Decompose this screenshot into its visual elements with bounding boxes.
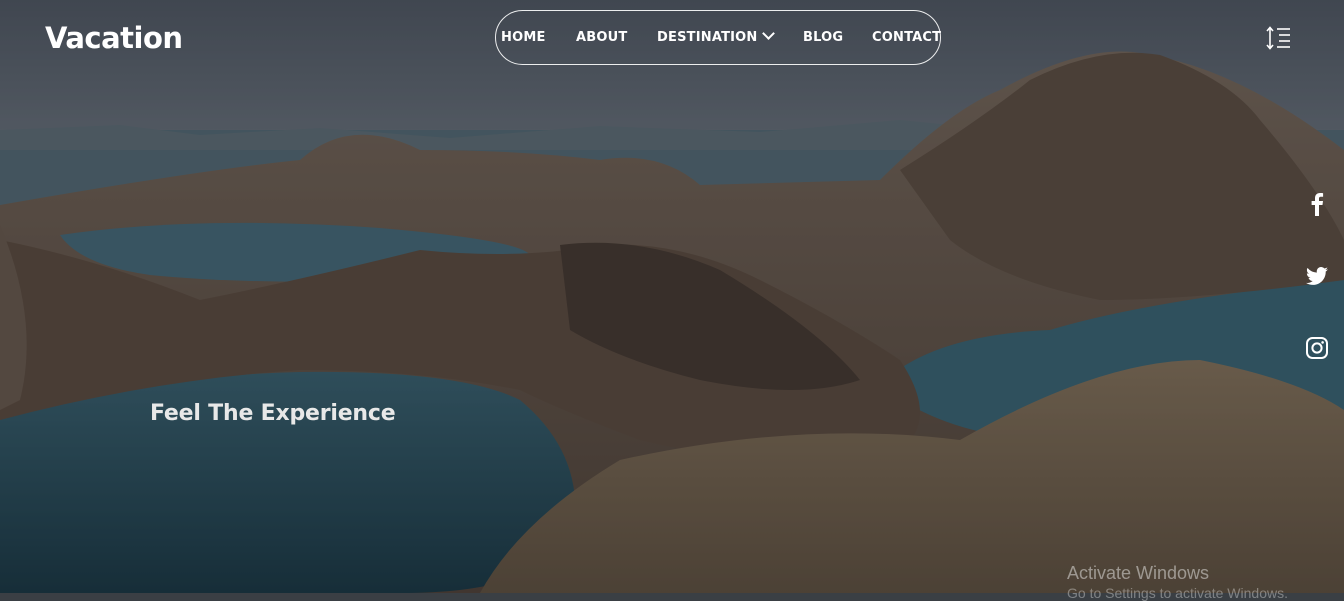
nav-about-label: ABOUT — [576, 30, 628, 45]
windows-activation-subtext: Go to Settings to activate Windows. — [1067, 585, 1288, 601]
nav-destination[interactable]: DESTINATION — [657, 27, 775, 45]
nav-destination-label: DESTINATION — [657, 30, 758, 45]
hero-tagline: Feel The Experience — [150, 401, 396, 426]
windows-activation-watermark: Activate Windows — [1067, 563, 1210, 583]
nav-blog[interactable]: BLOG — [803, 30, 843, 45]
brand-logo[interactable]: Vacation — [45, 21, 183, 55]
nav-home-label: HOME — [501, 30, 546, 45]
image-overlay — [0, 0, 1344, 593]
nav-about[interactable]: ABOUT — [576, 30, 627, 45]
sort-lines-icon[interactable] — [1265, 26, 1291, 50]
facebook-icon[interactable] — [1304, 191, 1330, 217]
main-nav: HOME ABOUT DESTINATION BLOG CONTACT — [495, 10, 941, 65]
nav-contact[interactable]: CONTACT — [872, 30, 941, 45]
twitter-icon[interactable] — [1304, 263, 1330, 289]
chevron-down-icon — [761, 27, 775, 40]
instagram-icon[interactable] — [1304, 335, 1330, 361]
hero-background — [0, 0, 1344, 593]
nav-blog-label: BLOG — [803, 30, 844, 45]
nav-home[interactable]: HOME — [501, 30, 546, 45]
nav-contact-label: CONTACT — [872, 30, 942, 45]
